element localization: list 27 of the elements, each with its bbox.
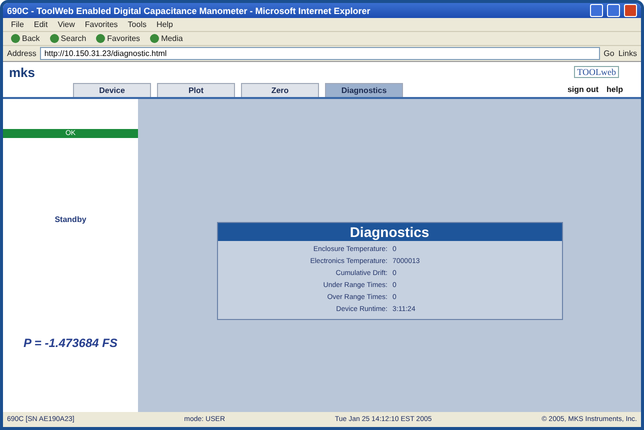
panel-title: Diagnostics (218, 222, 562, 240)
links-button[interactable]: Links (618, 49, 637, 58)
tab[interactable]: Zero (241, 83, 319, 97)
brand-logo: TOOLweb (574, 66, 619, 78)
close-icon[interactable] (624, 4, 637, 17)
menu-item[interactable]: Tools (128, 20, 146, 29)
tab[interactable]: Plot (157, 83, 235, 97)
menu-item[interactable]: View (58, 20, 75, 29)
tab[interactable]: Diagnostics (325, 83, 403, 97)
menu-item[interactable]: Edit (34, 20, 48, 29)
menu-item[interactable]: Help (156, 20, 173, 29)
pressure-reading: P = -1.473684 FS (24, 336, 118, 350)
address-field[interactable]: http://10.150.31.23/diagnostic.html (40, 47, 600, 60)
menu-item[interactable]: File (11, 20, 24, 29)
toolbar-button[interactable]: Favorites (96, 34, 140, 43)
toolbar-button[interactable]: Back (11, 34, 40, 43)
address-label: Address (7, 49, 36, 58)
menu-item[interactable]: Favorites (84, 20, 118, 29)
header-link[interactable]: help (606, 85, 623, 94)
toolbar-button[interactable]: Search (50, 34, 86, 43)
window-title: 690C - ToolWeb Enabled Digital Capacitance Manometer - Microsoft Internet Explorer (7, 6, 372, 16)
header-link[interactable]: sign out (567, 85, 599, 94)
tab[interactable]: Device (73, 83, 151, 97)
toolbar-button[interactable]: Media (150, 34, 183, 43)
go-button[interactable]: Go (604, 49, 614, 58)
logo: mks (9, 64, 36, 80)
device-state: Standby (54, 215, 86, 224)
